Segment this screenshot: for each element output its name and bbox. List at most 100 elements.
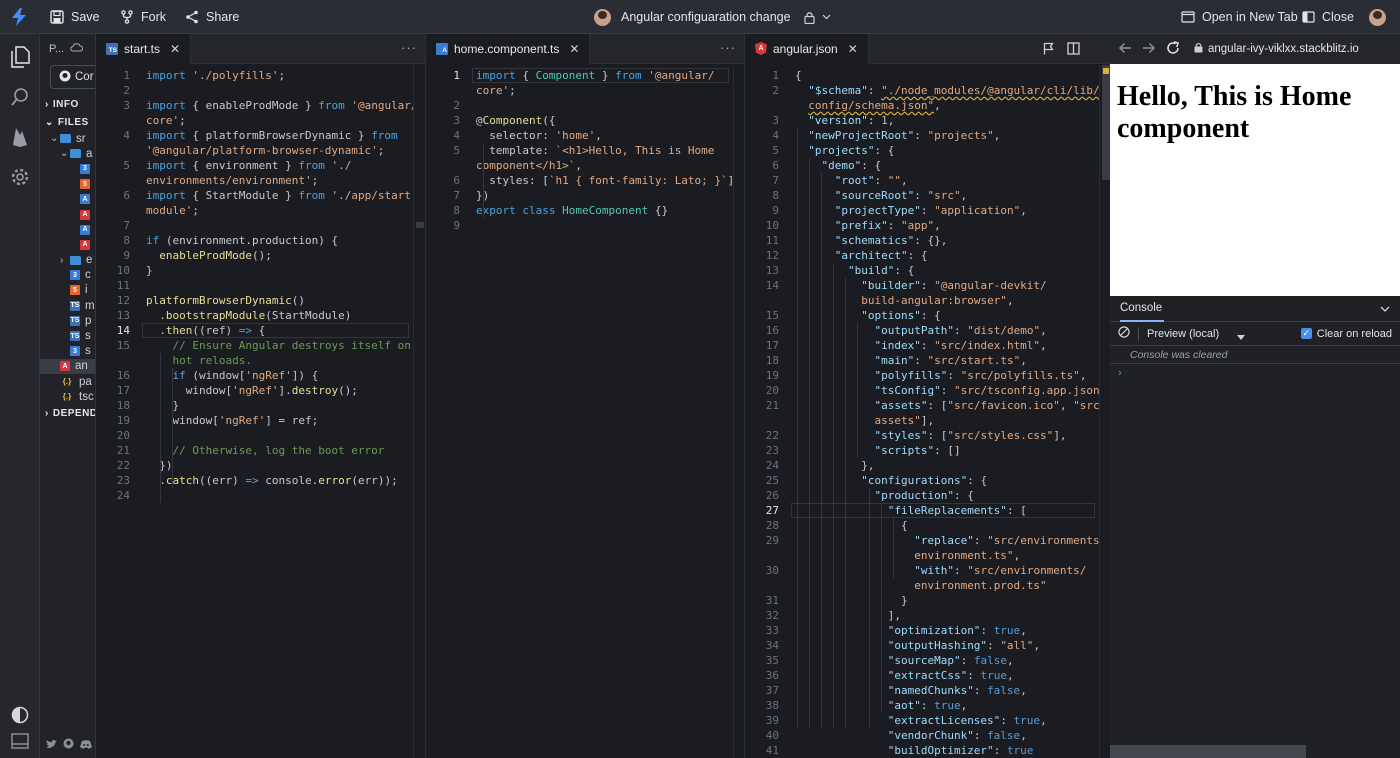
code-editor[interactable]: 1import { Component } from '@angular/cor… <box>426 65 744 758</box>
firebase-icon[interactable] <box>9 126 31 148</box>
open-in-new-tab-button[interactable]: Open in New Tab <box>1181 0 1298 34</box>
code-line: "tsConfig": "src/tsconfig.app.json", <box>795 383 1110 398</box>
editor-pane-start-ts: TS start.ts ✕ ··· 1import './polyfills';… <box>96 34 425 758</box>
format-flag-icon[interactable] <box>1043 42 1054 60</box>
line-number: 30 <box>745 563 779 578</box>
file-tree-item[interactable]: {.}pa <box>40 374 95 389</box>
layout-panel-icon[interactable] <box>9 730 31 752</box>
back-arrow-icon[interactable] <box>1118 42 1132 57</box>
file-tree-item[interactable]: 3 <box>40 161 95 176</box>
reload-icon[interactable] <box>1166 41 1180 58</box>
code-line: { <box>795 68 802 83</box>
code-line: module'; <box>146 203 199 218</box>
forward-arrow-icon[interactable] <box>1142 42 1156 57</box>
info-section-toggle[interactable]: ›INFO <box>40 95 95 113</box>
vertical-scrollbar[interactable] <box>413 65 425 758</box>
file-tree-item[interactable]: A <box>40 237 95 252</box>
file-tree-label: s <box>85 330 91 342</box>
file-tree-label: c <box>85 269 91 281</box>
scrollbar-thumb[interactable] <box>416 222 424 228</box>
close-tab-icon[interactable]: ✕ <box>848 42 858 56</box>
search-icon[interactable] <box>9 86 31 108</box>
share-button[interactable]: Share <box>185 0 239 34</box>
line-number: 5 <box>96 158 130 173</box>
save-label: Save <box>71 10 100 24</box>
split-editor-icon[interactable] <box>1067 42 1080 60</box>
file-tree-item[interactable]: Aan <box>40 359 95 374</box>
line-number: 8 <box>426 203 460 218</box>
checkbox-checked-icon[interactable]: ✓ <box>1301 328 1312 339</box>
file-tree-item[interactable]: ›e <box>40 253 95 268</box>
connect-repository-button[interactable]: Cor <box>50 65 96 89</box>
line-number: 20 <box>745 383 779 398</box>
clear-on-reload-toggle[interactable]: ✓ Clear on reload <box>1301 328 1392 340</box>
discord-icon[interactable] <box>80 736 92 754</box>
tab-home-component-ts[interactable]: A home.component.ts ✕ <box>426 34 590 64</box>
preview-url-bar[interactable]: angular-ivy-viklxx.stackblitz.io <box>1194 42 1359 56</box>
settings-gear-icon[interactable] <box>9 166 31 188</box>
tab-angular-json[interactable]: A angular.json ✕ <box>745 34 869 64</box>
angular-component-icon: A <box>80 194 90 204</box>
fork-icon <box>120 10 134 24</box>
fork-button[interactable]: Fork <box>120 0 166 34</box>
clear-console-icon[interactable] <box>1118 326 1130 341</box>
console-prompt-icon[interactable]: › <box>1110 364 1400 379</box>
line-number: 15 <box>745 308 779 323</box>
line-number: 38 <box>745 698 779 713</box>
chevron-down-icon[interactable] <box>1380 303 1390 315</box>
file-tree-item[interactable]: TSm <box>40 298 95 313</box>
close-tab-icon[interactable]: ✕ <box>569 42 579 56</box>
dependencies-section-toggle[interactable]: ›DEPEND <box>40 404 95 422</box>
file-tree-item[interactable]: A <box>40 222 95 237</box>
file-tree-item[interactable]: 3c <box>40 268 95 283</box>
code-editor[interactable]: 1import './polyfills';23import { enableP… <box>96 65 425 758</box>
theme-toggle-icon[interactable] <box>9 704 31 726</box>
explorer-icon[interactable] <box>9 46 31 68</box>
code-line: "newProjectRoot": "projects", <box>795 128 1000 143</box>
code-line: "build": { <box>795 263 914 278</box>
chevron-down-icon: ⌄ <box>45 117 54 128</box>
code-line: ], <box>795 608 901 623</box>
file-tree-item[interactable]: TSp <box>40 313 95 328</box>
github-icon <box>59 70 71 85</box>
console-message: Console was cleared <box>1110 346 1400 364</box>
file-tree-item[interactable]: ⌄sr <box>40 131 95 146</box>
files-section-toggle[interactable]: ⌄FILES <box>40 113 95 131</box>
file-tree-item[interactable]: {.}tsc <box>40 389 95 404</box>
file-tree-item[interactable]: 5i <box>40 283 95 298</box>
line-number: 2 <box>96 83 130 98</box>
save-button[interactable]: Save <box>50 0 100 34</box>
cloud-upload-icon[interactable] <box>70 43 83 55</box>
share-icon <box>185 10 199 24</box>
github-icon[interactable] <box>63 736 74 754</box>
file-tree-item[interactable]: A <box>40 192 95 207</box>
social-links <box>40 732 96 758</box>
tab-console[interactable]: Console <box>1120 296 1164 322</box>
code-line: { <box>795 518 908 533</box>
code-line: import { StartModule } from './app/start… <box>146 188 418 203</box>
file-tree-item[interactable]: A <box>40 207 95 222</box>
code-line: @Component({ <box>476 113 555 128</box>
console-context-select[interactable]: Preview (local) <box>1147 328 1247 340</box>
more-actions-icon[interactable]: ··· <box>720 40 736 55</box>
code-editor[interactable]: 1{2 "$schema": "./node_modules/@angular/… <box>745 65 1110 758</box>
twitter-icon[interactable] <box>46 736 57 754</box>
file-tree-item[interactable]: 3s <box>40 344 95 359</box>
user-avatar-button[interactable] <box>1369 0 1386 34</box>
file-tree-item[interactable]: ⌄a <box>40 146 95 161</box>
scrollbar-thumb[interactable] <box>1102 65 1110 180</box>
code-line: // Ensure Angular destroys itself on <box>146 338 411 353</box>
preview-frame[interactable]: Hello, This is Home component <box>1110 64 1400 296</box>
tab-start-ts[interactable]: TS start.ts ✕ <box>96 34 191 64</box>
stackblitz-logo-icon[interactable] <box>12 0 26 34</box>
close-preview-button[interactable]: Close <box>1302 0 1354 34</box>
file-tree-item[interactable]: TSs <box>40 328 95 343</box>
horizontal-scrollbar[interactable] <box>1110 745 1306 758</box>
file-tree-item[interactable]: 5 <box>40 177 95 192</box>
more-actions-icon[interactable]: ··· <box>401 40 417 55</box>
line-number: 23 <box>96 473 130 488</box>
vertical-scrollbar[interactable] <box>1099 65 1110 758</box>
project-title-menu[interactable]: Angular configuaration change <box>594 0 831 34</box>
vertical-scrollbar[interactable] <box>733 65 744 758</box>
close-tab-icon[interactable]: ✕ <box>170 42 180 56</box>
